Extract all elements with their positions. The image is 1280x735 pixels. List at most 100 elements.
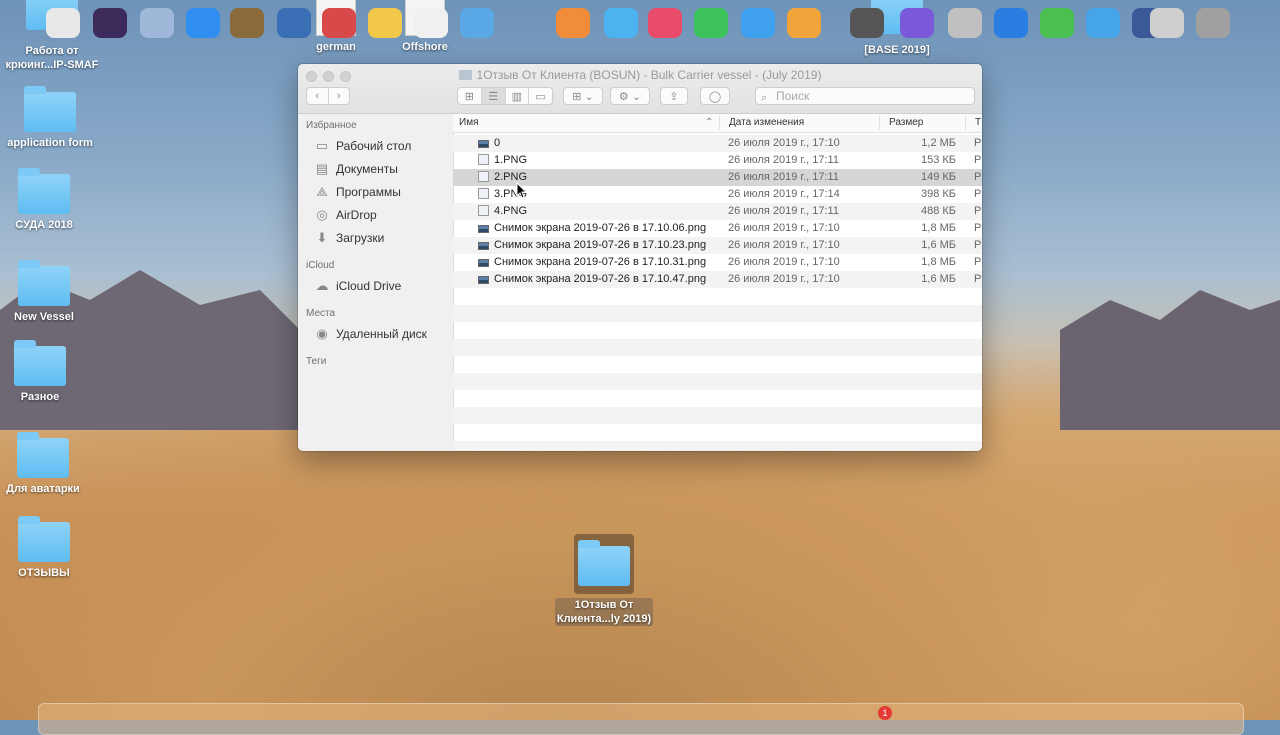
desktop-folder-raznoe[interactable]: Разное xyxy=(0,340,95,404)
screenshot-file-icon xyxy=(478,242,489,250)
keynote-dock-icon[interactable] xyxy=(994,8,1028,38)
table-row[interactable]: Снимок экрана 2019-07-26 в 17.10.47.png 2… xyxy=(453,271,982,288)
forward-button[interactable]: › xyxy=(329,88,350,104)
file-size: 398 КБ xyxy=(920,188,956,200)
sidebar-item-documents[interactable]: ▤ Документы xyxy=(314,161,398,177)
safari-dock-icon[interactable] xyxy=(186,8,220,38)
music-dock-icon[interactable] xyxy=(648,8,682,38)
desktop-folder-avatar[interactable]: Для аватарки xyxy=(0,432,98,496)
folder-icon xyxy=(458,70,472,80)
terminal-dock-icon[interactable] xyxy=(850,8,884,38)
share-button[interactable]: ⇪ xyxy=(660,87,688,105)
appstore-dock-icon[interactable] xyxy=(604,8,638,38)
column-size-header[interactable]: Размер xyxy=(889,117,923,128)
screenshot-file-icon xyxy=(478,276,489,284)
notes-app-dock-icon[interactable] xyxy=(230,8,264,38)
vlc-dock-icon[interactable] xyxy=(787,8,821,38)
search-input[interactable]: ⌕ Поиск xyxy=(755,87,975,105)
viber-dock-icon[interactable] xyxy=(900,8,934,38)
desktop-icon-label: Offshore xyxy=(402,41,448,53)
window-dock-icon[interactable] xyxy=(1150,8,1184,38)
column-kind-header[interactable]: Т xyxy=(975,117,981,128)
telegram-dock-icon[interactable] xyxy=(1086,8,1120,38)
desktop-icon-label: ОТЗЫВЫ xyxy=(18,567,70,579)
file-date: 26 июля 2019 г., 17:14 xyxy=(728,188,840,200)
desktop-icon-label: СУДА 2018 xyxy=(15,219,73,231)
launchpad-dock-icon[interactable] xyxy=(140,8,174,38)
table-row[interactable]: Снимок экрана 2019-07-26 в 17.10.23.png 2… xyxy=(453,237,982,254)
icon-view-button[interactable]: ⊞ xyxy=(458,88,482,104)
sidebar-item-icloud-drive[interactable]: ☁ iCloud Drive xyxy=(314,278,402,294)
safari2-dock-icon[interactable] xyxy=(741,8,775,38)
sidebar-item-label: Рабочий стол xyxy=(336,139,412,153)
notification-badge: 1 xyxy=(878,706,892,720)
file-date: 26 июля 2019 г., 17:10 xyxy=(728,137,840,149)
photos-dock-icon[interactable] xyxy=(556,8,590,38)
desktop-folder-newvessel[interactable]: New Vessel xyxy=(0,260,99,324)
sidebar-item-applications[interactable]: ⟁ Программы xyxy=(314,184,401,200)
list-view-button[interactable]: ☰ xyxy=(481,88,506,104)
tag-button[interactable]: ◯ xyxy=(700,87,730,105)
folder-icon xyxy=(17,432,69,478)
sidebar-header-places: Места xyxy=(306,308,336,319)
siri-dock-icon[interactable] xyxy=(93,8,127,38)
sidebar-header-tags: Теги xyxy=(306,356,327,367)
file-kind: Р xyxy=(974,205,982,217)
image-file-icon xyxy=(478,188,489,199)
sidebar-item-downloads[interactable]: ⬇ Загрузки xyxy=(314,230,385,246)
facetime-dock-icon[interactable] xyxy=(694,8,728,38)
whatsapp-dock-icon[interactable] xyxy=(1040,8,1074,38)
stickies-dock-icon[interactable] xyxy=(368,8,402,38)
group-button[interactable]: ⊞ ⌄ xyxy=(563,87,603,105)
table-row[interactable]: 3.PNG 26 июля 2019 г., 17:14 398 КБ Р xyxy=(453,186,982,203)
textedit-dock-icon[interactable] xyxy=(414,8,448,38)
table-row[interactable]: Снимок экрана 2019-07-26 в 17.10.31.png 2… xyxy=(453,254,982,271)
view-mode-buttons: ⊞ ☰ ▥ ▭ xyxy=(457,87,553,105)
preview-dock-icon[interactable] xyxy=(277,8,311,38)
file-name: 1.PNG xyxy=(494,154,528,166)
file-date: 26 июля 2019 г., 17:10 xyxy=(728,222,840,234)
file-kind: Р xyxy=(974,239,982,251)
sidebar-item-label: Загрузки xyxy=(336,231,385,245)
column-name-header[interactable]: Имя xyxy=(459,117,478,128)
window-title-text: 1Отзыв От Клиента (BOSUN) - Bulk Carrier… xyxy=(476,68,822,82)
empty-row xyxy=(453,407,982,424)
file-name: 0 xyxy=(494,137,501,149)
folder-icon xyxy=(18,516,70,562)
empty-row xyxy=(453,322,982,339)
desktop-folder-dragged[interactable]: 1Отзыв От Клиента...ly 2019) xyxy=(549,534,659,627)
calendar-dock-icon[interactable] xyxy=(322,8,356,38)
desktop-folder-otzyvy[interactable]: ОТЗЫВЫ xyxy=(0,516,99,580)
table-row[interactable]: 4.PNG 26 июля 2019 г., 17:11 488 КБ Р xyxy=(453,203,982,220)
desktop-icon-label: Разное xyxy=(20,391,60,403)
file-kind: Р xyxy=(974,137,982,149)
file-kind: Р xyxy=(974,188,982,200)
action-gear-button[interactable]: ⚙ ⌄ xyxy=(610,87,650,105)
file-size: 1,6 МБ xyxy=(921,273,956,285)
column-date-header[interactable]: Дата изменения xyxy=(729,117,804,128)
column-view-button[interactable]: ▥ xyxy=(506,88,530,104)
trash-dock-icon[interactable] xyxy=(1196,8,1230,38)
sidebar-item-airdrop[interactable]: ◎ AirDrop xyxy=(314,207,376,223)
sidebar-item-remote-disc[interactable]: ◉ Удаленный диск xyxy=(314,326,427,342)
sidebar-header-icloud: iCloud xyxy=(306,260,335,271)
image-file-icon xyxy=(478,171,489,182)
desktop-folder-suda[interactable]: СУДА 2018 xyxy=(0,168,99,232)
desktop-folder-application[interactable]: application form xyxy=(0,86,105,150)
desktop-icon-label: [BASE 2019] xyxy=(864,44,930,56)
table-row[interactable]: Снимок экрана 2019-07-26 в 17.10.06.png 2… xyxy=(453,220,982,237)
system-prefs-dock-icon[interactable] xyxy=(948,8,982,38)
table-row[interactable]: 2.PNG 26 июля 2019 г., 17:11 149 КБ Р xyxy=(453,169,982,186)
file-size: 1,6 МБ xyxy=(921,239,956,251)
table-row[interactable]: 0 26 июля 2019 г., 17:10 1,2 МБ Р xyxy=(453,135,982,152)
table-row[interactable]: 1.PNG 26 июля 2019 г., 17:11 153 КБ Р xyxy=(453,152,982,169)
list-header: Имя ⌃ Дата изменения Размер Т xyxy=(453,114,982,133)
gallery-view-button[interactable]: ▭ xyxy=(529,88,552,104)
back-button[interactable]: ‹ xyxy=(307,88,329,104)
sidebar-item-desktop[interactable]: ▭ Рабочий стол xyxy=(314,138,411,154)
file-size: 1,8 МБ xyxy=(921,222,956,234)
desktop-icon-label: New Vessel xyxy=(14,311,74,323)
file-size: 488 КБ xyxy=(920,205,956,217)
mail-dock-icon[interactable] xyxy=(460,8,494,38)
finder-dock-icon[interactable] xyxy=(46,8,80,38)
